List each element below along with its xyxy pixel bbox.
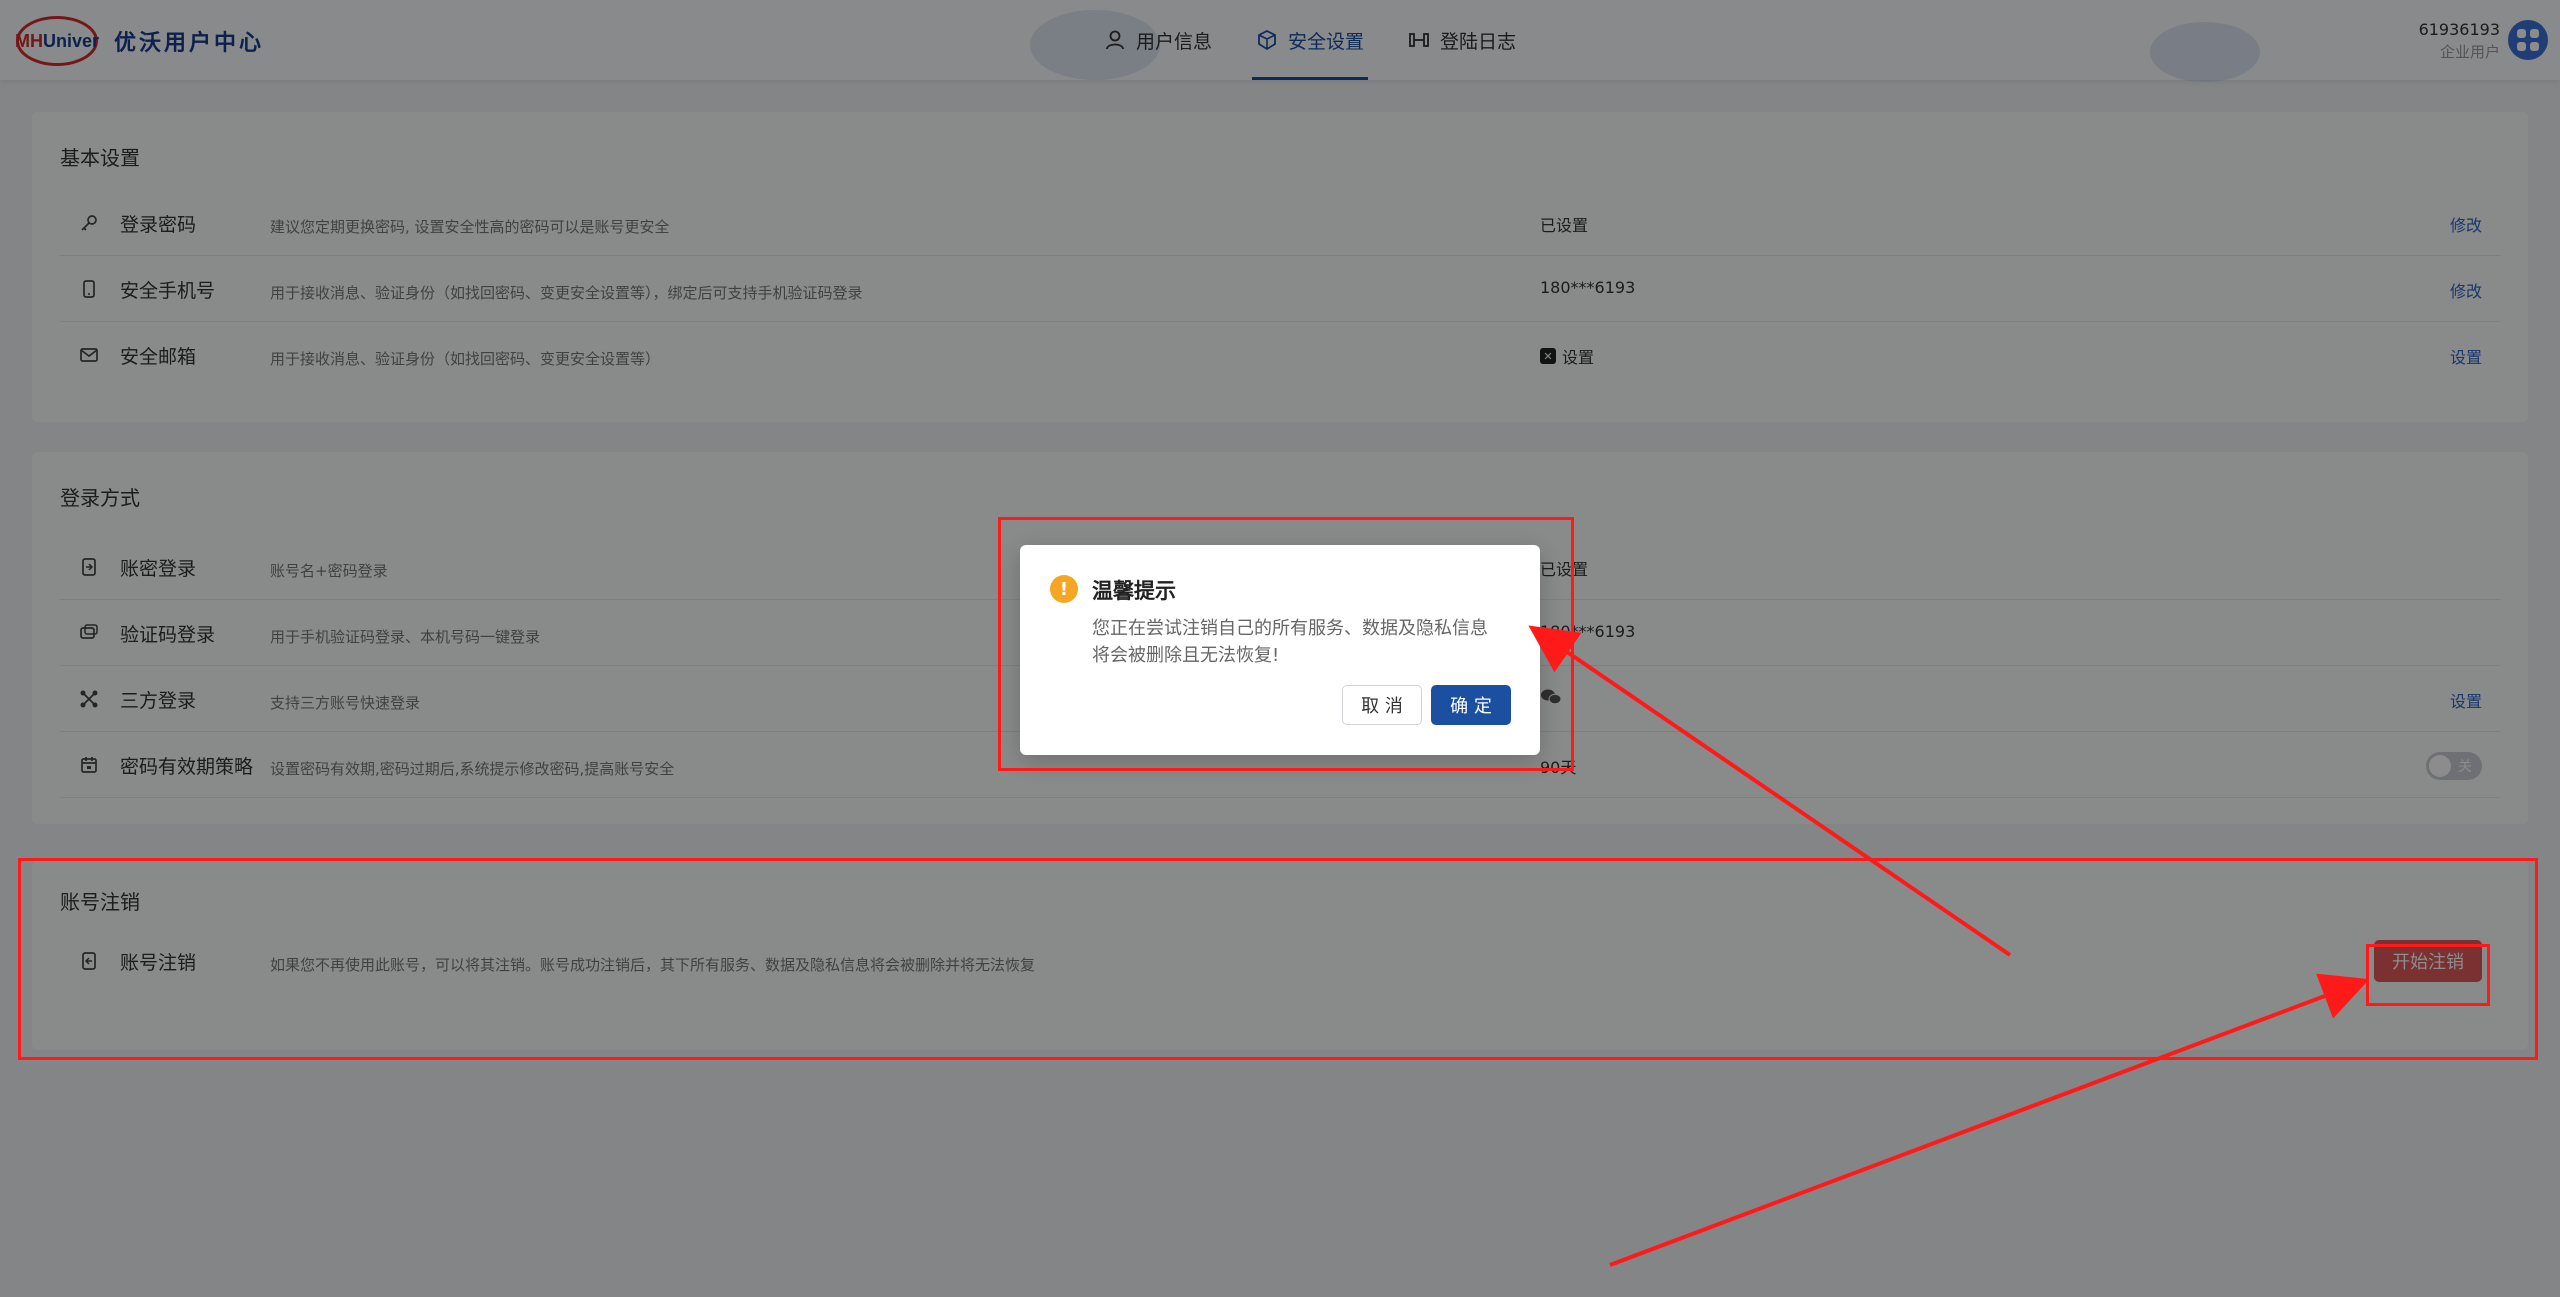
annotation-box-dialog	[998, 517, 1574, 771]
annotation-box-cancel-button	[2366, 944, 2490, 1006]
annotation-box-cancel-section	[18, 858, 2538, 1060]
